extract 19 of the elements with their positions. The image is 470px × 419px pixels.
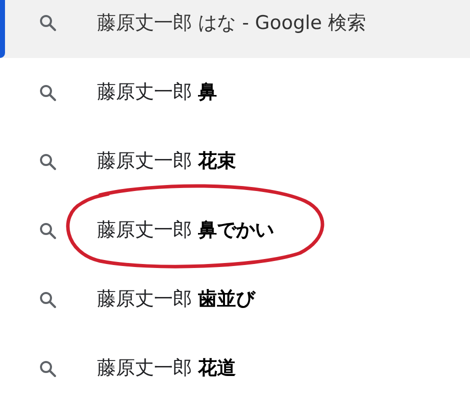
selection-indicator (0, 0, 5, 58)
search-icon (39, 360, 57, 378)
search-icon (39, 152, 57, 170)
suggestion-item[interactable]: 藤原丈一郎 鼻 (0, 58, 470, 127)
suggestion-item[interactable]: 藤原丈一郎 歯並び (0, 265, 470, 334)
suggestion-text: 藤原丈一郎 花束 (97, 149, 236, 174)
suggestion-text: 藤原丈一郎 鼻 (97, 80, 218, 106)
suggestion-item[interactable]: 藤原丈一郎 花束 (0, 127, 470, 196)
suggestion-text: 藤原丈一郎 花道 (97, 356, 236, 382)
search-icon (39, 84, 57, 102)
search-icon (39, 222, 57, 240)
search-icon (39, 290, 57, 308)
suggestion-text: 藤原丈一郎 歯並び (97, 287, 256, 312)
suggestion-item[interactable]: 藤原丈一郎 鼻でかい (0, 196, 470, 265)
search-icon (39, 14, 57, 32)
suggestion-item[interactable]: 藤原丈一郎 花道 (0, 334, 470, 403)
suggestion-text: 藤原丈一郎 はな - Google 検索 (97, 10, 366, 36)
suggestion-item[interactable]: 藤原丈一郎 はな - Google 検索 (0, 0, 470, 58)
suggestion-text: 藤原丈一郎 鼻でかい (97, 218, 274, 244)
